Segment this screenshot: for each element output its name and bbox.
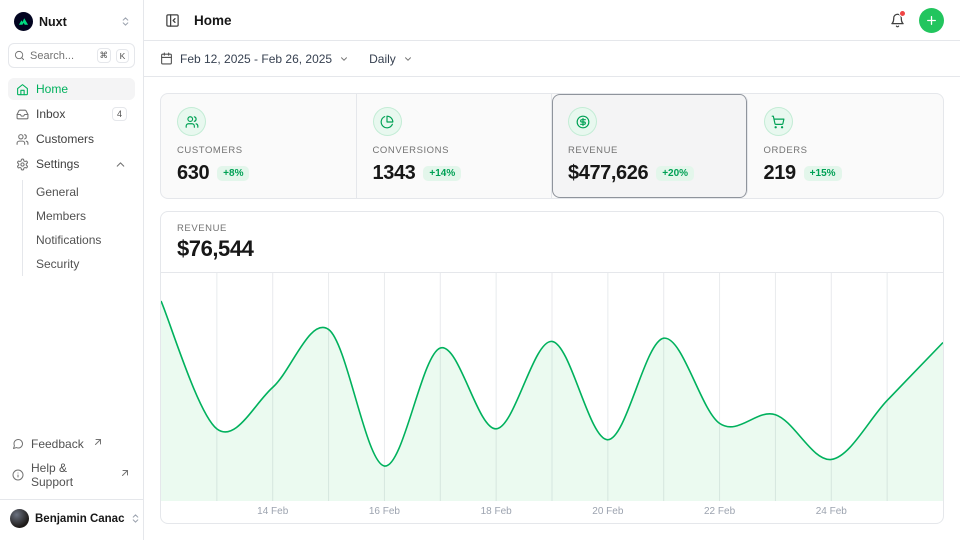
- period-select[interactable]: Daily: [369, 52, 413, 66]
- stat-card-revenue[interactable]: REVENUE $477,626 +20%: [552, 94, 748, 198]
- workspace-name: Nuxt: [39, 15, 67, 29]
- sidebar-item-inbox[interactable]: Inbox 4: [8, 103, 135, 125]
- message-bubble-icon: [12, 438, 24, 450]
- x-tick-label: 16 Feb: [369, 506, 400, 517]
- filter-toolbar: Feb 12, 2025 - Feb 26, 2025 Daily: [144, 41, 960, 77]
- chart-x-axis: 14 Feb 16 Feb 18 Feb 20 Feb 22 Feb 24 Feb: [161, 501, 943, 523]
- sidebar-item-settings[interactable]: Settings: [8, 153, 135, 175]
- unread-count-badge: 4: [112, 107, 127, 121]
- footer-link-help-support[interactable]: Help & Support: [8, 457, 135, 493]
- user-menu[interactable]: Benjamin Canac: [0, 499, 143, 532]
- x-tick-label: 14 Feb: [257, 506, 288, 517]
- stat-card-conversions[interactable]: CONVERSIONS 1343 +14%: [357, 94, 553, 198]
- chevrons-up-down-icon: [130, 513, 141, 524]
- stat-value: 630: [177, 162, 209, 185]
- main-panel: Home Feb 12, 2025 - Feb 26, 2025 Daily: [144, 0, 960, 540]
- cart-icon: [771, 115, 785, 129]
- period-value: Daily: [369, 52, 396, 66]
- search-icon: [14, 50, 25, 61]
- stat-value: 219: [764, 162, 796, 185]
- stat-label: CONVERSIONS: [373, 145, 536, 156]
- sidebar-item-label: Home: [36, 82, 68, 96]
- date-range-value: Feb 12, 2025 - Feb 26, 2025: [180, 52, 332, 66]
- sidebar-footer: Feedback Help & Support: [8, 433, 135, 499]
- panel-left-close-icon: [165, 13, 180, 28]
- users-icon: [185, 115, 199, 129]
- sidebar-subitem-security[interactable]: Security: [23, 252, 135, 276]
- stat-label: REVENUE: [568, 145, 731, 156]
- calendar-icon: [160, 52, 173, 65]
- x-tick-label: 20 Feb: [592, 506, 623, 517]
- stats-row: CUSTOMERS 630 +8% CONVERSIONS 1343 +14% REVENU…: [160, 93, 944, 199]
- stat-label: ORDERS: [764, 145, 928, 156]
- add-button[interactable]: [919, 8, 944, 33]
- pie-chart-icon: [380, 115, 394, 129]
- page-title: Home: [194, 13, 232, 28]
- kbd-key: K: [116, 49, 129, 63]
- sidebar-subitem-members[interactable]: Members: [23, 204, 135, 228]
- stat-value: 1343: [373, 162, 416, 185]
- stat-icon-circle: [764, 107, 793, 136]
- stat-icon-circle: [373, 107, 402, 136]
- footer-link-label: Help & Support: [31, 461, 111, 489]
- avatar: [10, 509, 29, 528]
- nuxt-logo-icon: [14, 12, 33, 31]
- stat-label: CUSTOMERS: [177, 145, 340, 156]
- dashboard-content: CUSTOMERS 630 +8% CONVERSIONS 1343 +14% REVENU…: [144, 77, 960, 540]
- user-name: Benjamin Canac: [35, 513, 124, 525]
- chart-title: REVENUE: [177, 223, 927, 234]
- info-circle-icon: [12, 469, 24, 481]
- sidebar-nav: Home Inbox 4 Customers Settings GeneralMember…: [8, 78, 135, 276]
- sidebar-subitem-notifications[interactable]: Notifications: [23, 228, 135, 252]
- search-input[interactable]: Search... ⌘ K: [8, 43, 135, 68]
- workspace-switcher[interactable]: Nuxt: [8, 8, 135, 35]
- sidebar-item-customers[interactable]: Customers: [8, 128, 135, 150]
- inbox-icon: [16, 108, 29, 121]
- chevron-up-icon: [114, 158, 127, 171]
- notification-dot: [899, 10, 906, 17]
- x-tick-label: 18 Feb: [481, 506, 512, 517]
- x-tick-label: 24 Feb: [816, 506, 847, 517]
- revenue-chart-card: REVENUE $76,544 14 Feb 16 Feb 18 Feb 20 Feb…: [160, 211, 944, 524]
- stat-delta-badge: +14%: [423, 166, 461, 181]
- stat-icon-circle: [177, 107, 206, 136]
- date-range-picker[interactable]: Feb 12, 2025 - Feb 26, 2025: [160, 52, 349, 66]
- arrow-up-right-icon: [119, 467, 131, 479]
- area-chart-canvas: [161, 273, 943, 501]
- stat-icon-circle: [568, 107, 597, 136]
- house-icon: [16, 83, 29, 96]
- arrow-up-right-icon: [92, 436, 104, 448]
- sidebar-subitem-general[interactable]: General: [23, 180, 135, 204]
- footer-link-feedback[interactable]: Feedback: [8, 433, 135, 455]
- stat-delta-badge: +20%: [656, 166, 694, 181]
- gear-icon: [16, 158, 29, 171]
- chevron-down-icon: [339, 54, 349, 64]
- chevron-down-icon: [403, 54, 413, 64]
- sidebar-item-label: Customers: [36, 132, 94, 146]
- search-placeholder: Search...: [30, 50, 92, 62]
- x-tick-label: 22 Feb: [704, 506, 735, 517]
- stat-card-orders[interactable]: ORDERS 219 +15%: [748, 94, 944, 198]
- plus-icon: [925, 14, 938, 27]
- sidebar-submenu: GeneralMembersNotificationsSecurity: [22, 180, 135, 276]
- dollar-circle-icon: [576, 115, 590, 129]
- stat-value: $477,626: [568, 162, 648, 185]
- stat-delta-badge: +15%: [804, 166, 842, 181]
- stat-card-customers[interactable]: CUSTOMERS 630 +8%: [161, 94, 357, 198]
- chevrons-up-down-icon: [120, 16, 131, 27]
- footer-link-label: Feedback: [31, 437, 84, 451]
- stat-delta-badge: +8%: [217, 166, 249, 181]
- sidebar-item-home[interactable]: Home: [8, 78, 135, 100]
- sidebar-item-label: Inbox: [36, 107, 65, 121]
- chart-current-value: $76,544: [177, 236, 927, 262]
- revenue-area-chart[interactable]: [161, 273, 943, 501]
- collapse-sidebar-button[interactable]: [160, 8, 184, 32]
- users-icon: [16, 133, 29, 146]
- page-header: Home: [144, 0, 960, 41]
- chart-header: REVENUE $76,544: [161, 212, 943, 273]
- sidebar: Nuxt Search... ⌘ K Home Inbox 4 Customers Se…: [0, 0, 144, 540]
- kbd-meta: ⌘: [97, 48, 112, 63]
- sidebar-item-label: Settings: [36, 157, 79, 171]
- notifications-button[interactable]: [885, 8, 909, 32]
